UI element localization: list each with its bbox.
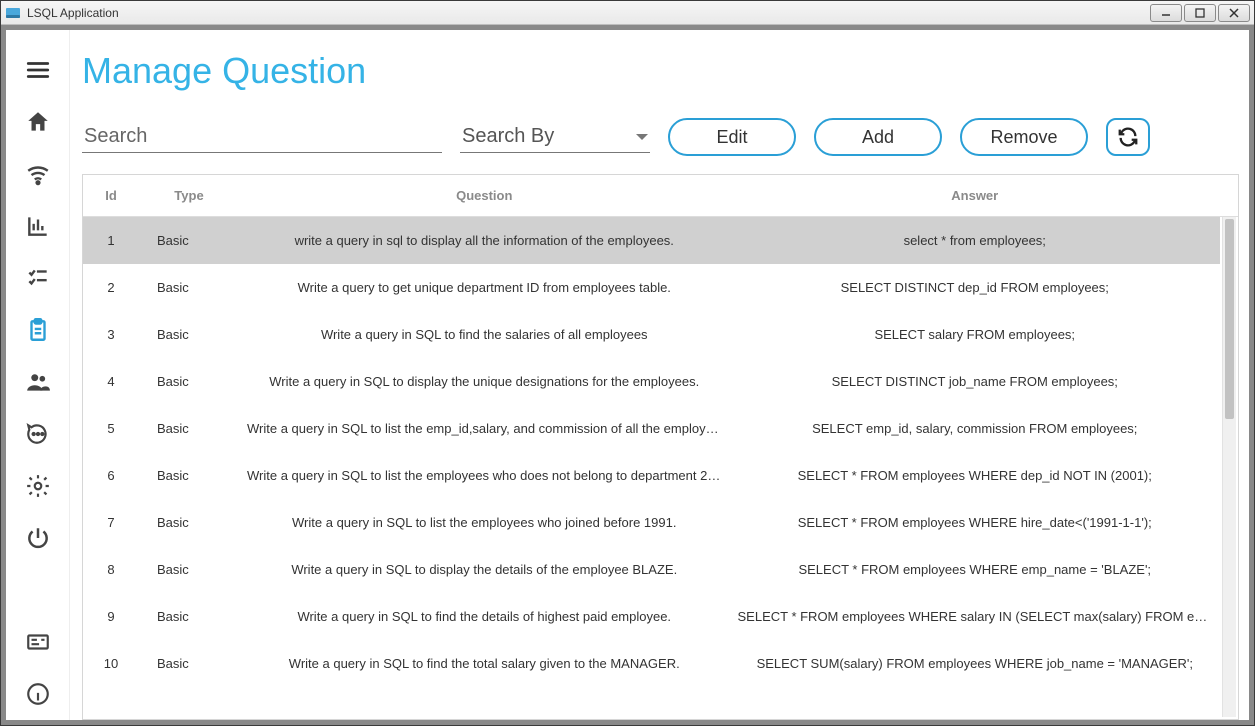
power-icon[interactable]	[18, 518, 58, 558]
vertical-scrollbar[interactable]	[1222, 217, 1236, 717]
titlebar: LSQL Application	[1, 1, 1254, 25]
window-title: LSQL Application	[27, 6, 119, 20]
cell-type: Basic	[139, 327, 239, 342]
question-table: Id Type Question Answer 1Basicwrite a qu…	[82, 174, 1239, 720]
refresh-button[interactable]	[1106, 118, 1150, 156]
col-header-question[interactable]: Question	[239, 188, 730, 203]
cell-type: Basic	[139, 562, 239, 577]
table-row[interactable]: 5BasicWrite a query in SQL to list the e…	[83, 405, 1220, 452]
table-header: Id Type Question Answer	[83, 175, 1238, 217]
menu-icon[interactable]	[18, 50, 58, 90]
cell-id: 9	[83, 609, 139, 624]
table-row[interactable]: 10BasicWrite a query in SQL to find the …	[83, 640, 1220, 687]
cell-id: 8	[83, 562, 139, 577]
cell-type: Basic	[139, 468, 239, 483]
cell-type: Basic	[139, 609, 239, 624]
minimize-button[interactable]	[1150, 4, 1182, 22]
table-row[interactable]: 9BasicWrite a query in SQL to find the d…	[83, 593, 1220, 640]
cell-answer: SELECT * FROM employees WHERE dep_id NOT…	[730, 468, 1221, 483]
search-input[interactable]	[82, 121, 442, 153]
search-by-label: Search By	[462, 125, 636, 148]
cell-type: Basic	[139, 374, 239, 389]
scrollbar-thumb[interactable]	[1225, 219, 1234, 419]
cell-id: 6	[83, 468, 139, 483]
cell-answer: SELECT SUM(salary) FROM employees WHERE …	[730, 656, 1221, 671]
cell-answer: SELECT DISTINCT job_name FROM employees;	[730, 374, 1221, 389]
add-button[interactable]: Add	[814, 118, 942, 156]
home-icon[interactable]	[18, 102, 58, 142]
table-row[interactable]: 6BasicWrite a query in SQL to list the e…	[83, 452, 1220, 499]
cell-question: Write a query in SQL to find the total s…	[239, 656, 730, 671]
search-by-select[interactable]: Search By	[460, 121, 650, 153]
checklist-icon[interactable]	[18, 258, 58, 298]
cell-question: Write a query to get unique department I…	[239, 280, 730, 295]
cell-answer: SELECT DISTINCT dep_id FROM employees;	[730, 280, 1221, 295]
col-header-id[interactable]: Id	[83, 188, 139, 203]
close-button[interactable]	[1218, 4, 1250, 22]
info-icon[interactable]	[18, 674, 58, 714]
page-title: Manage Question	[82, 50, 1239, 92]
edit-button[interactable]: Edit	[668, 118, 796, 156]
cell-id: 10	[83, 656, 139, 671]
clipboard-icon[interactable]	[18, 310, 58, 350]
cell-type: Basic	[139, 656, 239, 671]
wifi-icon[interactable]	[18, 154, 58, 194]
cell-answer: SELECT * FROM employees WHERE hire_date<…	[730, 515, 1221, 530]
table-row[interactable]: 4BasicWrite a query in SQL to display th…	[83, 358, 1220, 405]
app-icon	[5, 5, 21, 21]
table-row[interactable]: 8BasicWrite a query in SQL to display th…	[83, 546, 1220, 593]
table-row[interactable]: 7BasicWrite a query in SQL to list the e…	[83, 499, 1220, 546]
cell-type: Basic	[139, 233, 239, 248]
sidebar	[6, 30, 70, 720]
cell-question: write a query in sql to display all the …	[239, 233, 730, 248]
cell-type: Basic	[139, 515, 239, 530]
cell-question: Write a query in SQL to list the emp_id,…	[239, 421, 730, 436]
cell-question: Write a query in SQL to display the deta…	[239, 562, 730, 577]
toolbar: Search By Edit Add Remove	[70, 118, 1239, 174]
cell-answer: select * from employees;	[730, 233, 1221, 248]
cell-id: 7	[83, 515, 139, 530]
maximize-button[interactable]	[1184, 4, 1216, 22]
chevron-down-icon	[636, 134, 648, 140]
settings-icon[interactable]	[18, 466, 58, 506]
cell-id: 2	[83, 280, 139, 295]
cell-question: Write a query in SQL to list the employe…	[239, 515, 730, 530]
card-icon[interactable]	[18, 622, 58, 662]
cell-question: Write a query in SQL to list the employe…	[239, 468, 730, 483]
table-row[interactable]: 2BasicWrite a query to get unique depart…	[83, 264, 1220, 311]
cell-id: 5	[83, 421, 139, 436]
users-icon[interactable]	[18, 362, 58, 402]
cell-id: 3	[83, 327, 139, 342]
cell-question: Write a query in SQL to find the salarie…	[239, 327, 730, 342]
col-header-answer[interactable]: Answer	[730, 188, 1221, 203]
cell-question: Write a query in SQL to find the details…	[239, 609, 730, 624]
chat-icon[interactable]	[18, 414, 58, 454]
table-row[interactable]: 3BasicWrite a query in SQL to find the s…	[83, 311, 1220, 358]
col-header-type[interactable]: Type	[139, 188, 239, 203]
cell-type: Basic	[139, 280, 239, 295]
cell-id: 4	[83, 374, 139, 389]
cell-answer: SELECT emp_id, salary, commission FROM e…	[730, 421, 1221, 436]
cell-type: Basic	[139, 421, 239, 436]
cell-id: 1	[83, 233, 139, 248]
cell-answer: SELECT * FROM employees WHERE emp_name =…	[730, 562, 1221, 577]
table-row[interactable]: 1Basicwrite a query in sql to display al…	[83, 217, 1220, 264]
remove-button[interactable]: Remove	[960, 118, 1088, 156]
cell-answer: SELECT salary FROM employees;	[730, 327, 1221, 342]
cell-question: Write a query in SQL to display the uniq…	[239, 374, 730, 389]
refresh-icon	[1117, 126, 1139, 148]
chart-icon[interactable]	[18, 206, 58, 246]
cell-answer: SELECT * FROM employees WHERE salary IN …	[730, 609, 1221, 624]
